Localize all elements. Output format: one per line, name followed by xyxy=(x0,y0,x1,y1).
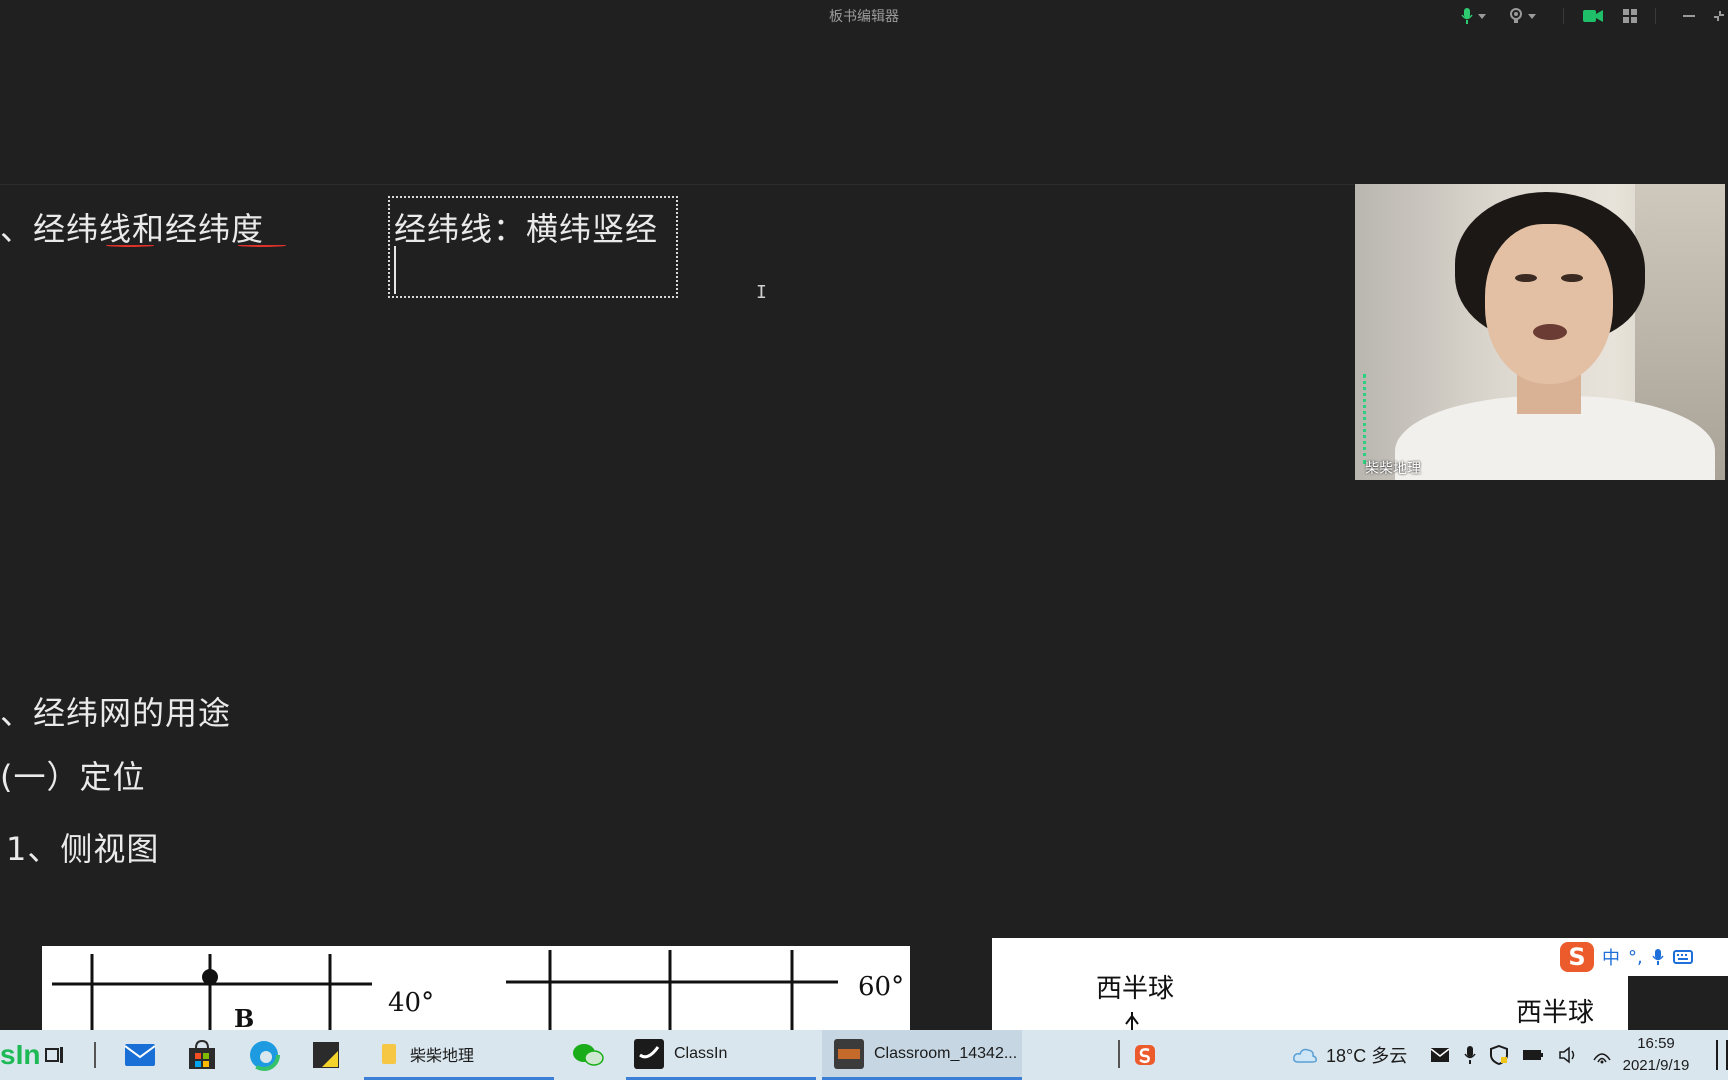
ibeam-cursor-icon: I xyxy=(756,282,767,303)
microphone-tray-icon[interactable] xyxy=(1464,1045,1476,1065)
chevron-down-icon xyxy=(1528,13,1536,19)
sogou-tray-button[interactable] xyxy=(1134,1030,1156,1080)
textbox-content[interactable]: 经纬线：横纬竖经 xyxy=(394,204,658,250)
keyboard-icon[interactable] xyxy=(1672,949,1693,965)
mail-icon xyxy=(124,1044,156,1066)
divider xyxy=(1655,8,1656,24)
classin-logo-text: sIn xyxy=(0,1039,41,1070)
edge-browser-button[interactable] xyxy=(248,1030,280,1080)
wifi-icon[interactable] xyxy=(1592,1046,1612,1064)
hemisphere-label: 西半球 xyxy=(1096,974,1175,1004)
sticky-note-icon xyxy=(313,1042,339,1068)
battery-icon[interactable] xyxy=(1522,1048,1544,1062)
figure-hemisphere[interactable]: 西半球 西半球 xyxy=(992,938,1628,1030)
audio-level-indicator xyxy=(1363,374,1367,464)
board-heading-locate[interactable]: (一）定位 xyxy=(0,752,146,798)
ime-toolbar[interactable]: S 中 °, xyxy=(1556,938,1728,976)
ime-punct-toggle[interactable]: °, xyxy=(1628,947,1643,968)
taskbar-app-label: ClassIn xyxy=(674,1044,728,1062)
latitude-grid-drawing xyxy=(52,950,838,1030)
wechat-button[interactable] xyxy=(572,1030,604,1080)
mic-dropdown[interactable] xyxy=(1460,5,1486,27)
latitude-label: 60° xyxy=(858,972,905,1002)
minimize-icon xyxy=(1683,15,1695,17)
classin-icon xyxy=(634,1038,664,1069)
figure-grid-sideview[interactable]: B 40° 60° xyxy=(42,946,910,1030)
participant-name: 柴柴地理 xyxy=(1365,461,1421,477)
taskbar-clock[interactable]: 16:59 2021/9/19 xyxy=(1612,1033,1700,1077)
security-shield-icon[interactable] xyxy=(1490,1045,1508,1065)
collapse-icon xyxy=(1714,11,1724,21)
chevron-down-icon xyxy=(1478,13,1486,19)
minimize-button[interactable] xyxy=(1682,5,1696,27)
edge-icon xyxy=(248,1039,280,1071)
arrow-icon xyxy=(1125,1012,1139,1030)
weather-widget[interactable]: 18°C 多云 xyxy=(1292,1030,1407,1080)
board-heading-sideview[interactable]: 1、侧视图 xyxy=(6,824,159,870)
taskbar-divider xyxy=(94,1042,96,1068)
video-camera-icon xyxy=(1583,10,1603,22)
microphone-icon xyxy=(1461,8,1473,24)
sogou-logo-icon[interactable]: S xyxy=(1560,942,1594,972)
title-bar: 板书编辑器 xyxy=(0,0,1728,32)
speaker-icon xyxy=(1510,8,1522,23)
sticky-notes-button[interactable] xyxy=(312,1030,340,1080)
grid-icon xyxy=(1623,9,1637,23)
folder-icon xyxy=(382,1043,396,1064)
eeo-icon xyxy=(834,1038,864,1069)
latitude-label: 40° xyxy=(388,988,435,1018)
board-divider xyxy=(0,184,1354,185)
red-underline-mark xyxy=(106,244,154,247)
clock-date: 2021/9/19 xyxy=(1622,1057,1690,1074)
taskbar-app-classroom[interactable]: Classroom_14342... xyxy=(822,1030,1022,1080)
taskbar-app-label: 柴柴地理 xyxy=(410,1047,475,1065)
point-label: B xyxy=(234,1004,255,1030)
board-heading-uses[interactable]: 、经纬网的用途 xyxy=(0,688,231,734)
wechat-icon xyxy=(573,1044,604,1066)
task-view-icon xyxy=(45,1047,63,1063)
taskbar-app-classin[interactable]: ClassIn xyxy=(626,1030,816,1080)
mic-icon[interactable] xyxy=(1651,948,1665,966)
weather-text: 18°C 多云 xyxy=(1326,1046,1408,1066)
speaker-dropdown[interactable] xyxy=(1508,5,1536,27)
classin-floating-logo[interactable]: sIn xyxy=(0,1030,40,1080)
layout-button[interactable] xyxy=(1622,5,1638,27)
sogou-icon xyxy=(1135,1045,1155,1065)
ime-mode-toggle[interactable]: 中 xyxy=(1602,944,1620,970)
red-underline-mark xyxy=(238,244,286,247)
store-bag-icon xyxy=(189,1040,215,1069)
text-cursor xyxy=(394,246,396,294)
store-app-button[interactable] xyxy=(188,1030,216,1080)
taskbar-app-folder[interactable]: 柴柴地理 xyxy=(364,1030,554,1080)
camera-toggle[interactable] xyxy=(1582,5,1604,27)
task-view-button[interactable] xyxy=(44,1030,66,1080)
fullscreen-button[interactable] xyxy=(1712,5,1726,27)
system-tray xyxy=(1430,1030,1612,1080)
webcam-video-tile[interactable]: 柴柴地理 xyxy=(1355,184,1725,480)
volume-icon[interactable] xyxy=(1558,1046,1578,1064)
mail-app-button[interactable] xyxy=(124,1030,156,1080)
taskbar-divider xyxy=(1118,1040,1120,1068)
cloud-icon xyxy=(1293,1048,1317,1063)
divider xyxy=(1563,8,1564,24)
hemisphere-label: 西半球 xyxy=(1516,998,1595,1028)
taskbar-app-label: Classroom_14342... xyxy=(874,1044,1018,1062)
show-desktop-button[interactable] xyxy=(1716,1040,1728,1070)
mail-tray-icon[interactable] xyxy=(1430,1046,1450,1064)
clock-time: 16:59 xyxy=(1637,1035,1675,1052)
